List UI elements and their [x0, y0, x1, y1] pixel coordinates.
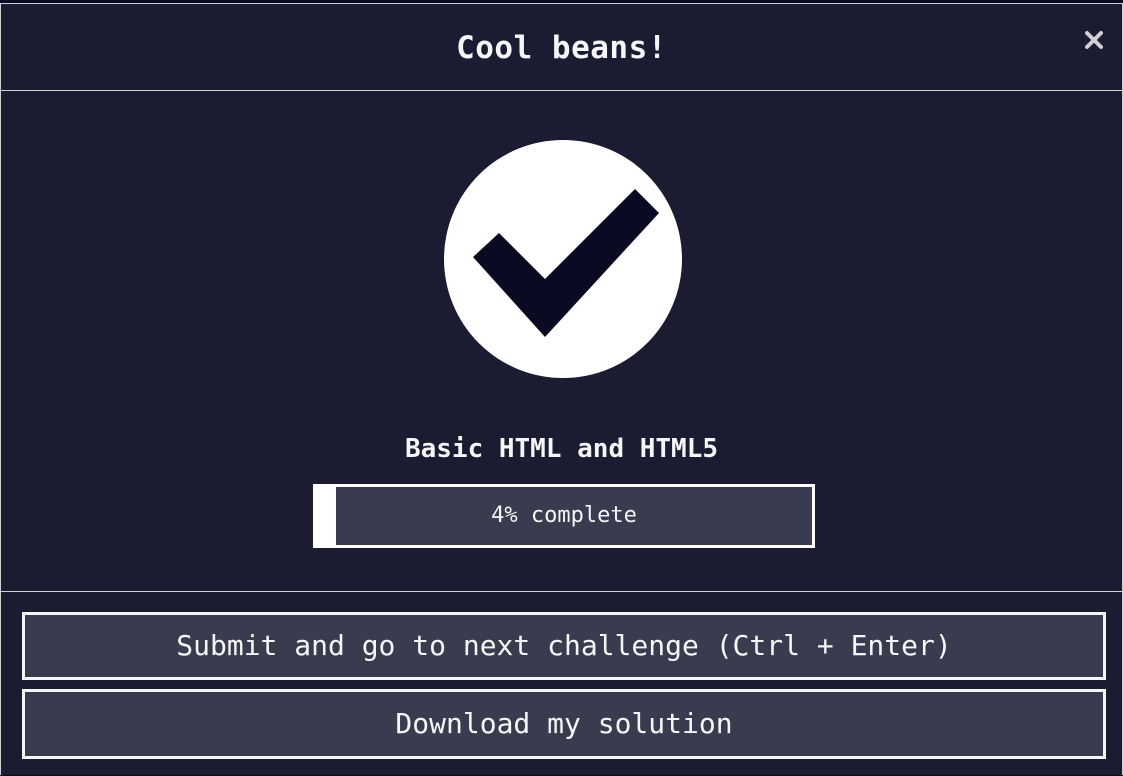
download-solution-button[interactable]: Download my solution: [22, 689, 1106, 759]
close-icon: [1085, 31, 1103, 49]
block-title: Basic HTML and HTML5: [404, 434, 719, 464]
submit-next-button[interactable]: Submit and go to next challenge (Ctrl + …: [22, 612, 1106, 680]
success-badge: [443, 139, 683, 379]
close-button[interactable]: [1080, 26, 1108, 54]
checkmark-icon: [444, 140, 682, 378]
completion-modal: Cool beans! Basic HTML and HTML5 4% comp…: [0, 3, 1123, 775]
progress-bar: 4% complete: [313, 484, 815, 548]
progress-label: 4% complete: [491, 503, 637, 528]
modal-header: Cool beans!: [1, 4, 1122, 91]
modal-title: Cool beans!: [456, 30, 667, 66]
modal-body: Basic HTML and HTML5 4% complete: [1, 91, 1122, 592]
